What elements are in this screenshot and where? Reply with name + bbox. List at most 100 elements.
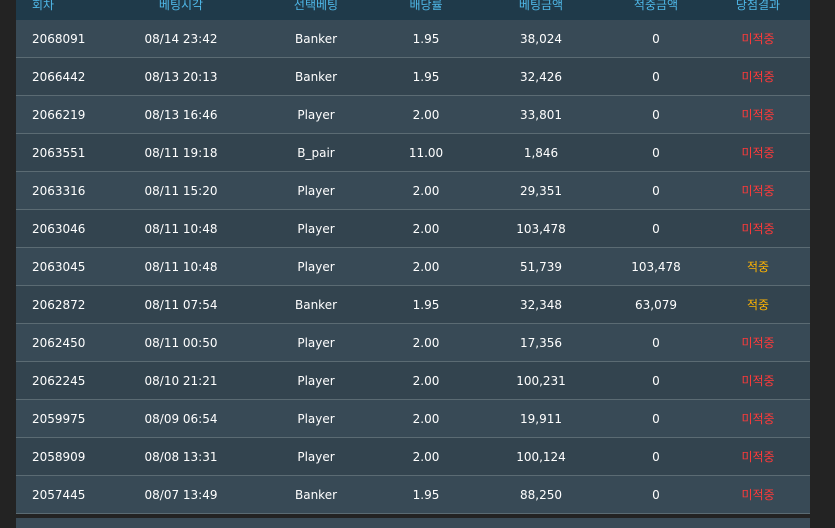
time-cell: 08/07 13:49 (144, 487, 218, 502)
selection-cell: Banker (294, 31, 338, 46)
table-row[interactable]: 2059975 08/09 06:54 Player 2.00 19,911 0 미적중 (16, 400, 810, 438)
table-header: 회차 베팅시각 선택베팅 배당률 베팅금액 적중금액 당첨결과 (16, 0, 810, 20)
col-bet-time: 베팅시각 (158, 0, 204, 12)
odds-cell: 2.00 (412, 221, 440, 236)
time-cell: 08/11 07:54 (144, 297, 218, 312)
odds-cell: 1.95 (412, 487, 440, 502)
round-cell: 2068091 (32, 31, 86, 46)
bet-amount-cell: 32,426 (520, 69, 562, 84)
bet-amount-cell: 33,801 (520, 107, 562, 122)
selection-cell: Player (297, 449, 335, 464)
round-cell: 2063316 (32, 183, 86, 198)
next-row-partial (16, 518, 810, 528)
table-row[interactable]: 2063045 08/11 10:48 Player 2.00 51,739 103,47… (16, 248, 810, 286)
round-cell: 2062245 (32, 373, 86, 388)
win-amount-cell: 0 (652, 449, 660, 464)
bet-amount-cell: 32,348 (520, 297, 562, 312)
bet-amount-cell: 17,356 (520, 335, 562, 350)
odds-cell: 1.95 (412, 69, 440, 84)
table-body: 2068091 08/14 23:42 Banker 1.95 38,024 0 미적중 20… (16, 20, 810, 514)
time-cell: 08/13 20:13 (144, 69, 218, 84)
result-cell: 미적중 (741, 32, 775, 46)
round-cell: 2062872 (32, 297, 86, 312)
round-cell: 2063046 (32, 221, 86, 236)
time-cell: 08/10 21:21 (144, 373, 218, 388)
col-bet-amount: 베팅금액 (518, 0, 564, 12)
round-cell: 2063045 (32, 259, 86, 274)
win-amount-cell: 0 (652, 373, 660, 388)
bet-amount-cell: 1,846 (523, 145, 559, 160)
selection-cell: Player (297, 107, 335, 122)
odds-cell: 2.00 (412, 107, 440, 122)
win-amount-cell: 0 (652, 31, 660, 46)
odds-cell: 11.00 (408, 145, 444, 160)
win-amount-cell: 0 (652, 145, 660, 160)
table-row[interactable]: 2066219 08/13 16:46 Player 2.00 33,801 0 미적중 (16, 96, 810, 134)
result-cell: 미적중 (741, 412, 775, 426)
selection-cell: Banker (294, 69, 338, 84)
selection-cell: Banker (294, 487, 338, 502)
time-cell: 08/11 19:18 (144, 145, 218, 160)
selection-cell: Banker (294, 297, 338, 312)
win-amount-cell: 0 (652, 411, 660, 426)
bet-amount-cell: 38,024 (520, 31, 562, 46)
time-cell: 08/11 10:48 (144, 259, 218, 274)
round-cell: 2066219 (32, 107, 86, 122)
odds-cell: 1.95 (412, 297, 440, 312)
time-cell: 08/09 06:54 (144, 411, 218, 426)
col-win-amount: 적중금액 (633, 0, 679, 12)
time-cell: 08/11 00:50 (144, 335, 218, 350)
table-row[interactable]: 2063316 08/11 15:20 Player 2.00 29,351 0 미적중 (16, 172, 810, 210)
table-row[interactable]: 2062872 08/11 07:54 Banker 1.95 32,348 63,079… (16, 286, 810, 324)
odds-cell: 2.00 (412, 373, 440, 388)
time-cell: 08/11 10:48 (144, 221, 218, 236)
col-result: 당첨결과 (735, 0, 781, 12)
bet-amount-cell: 29,351 (520, 183, 562, 198)
result-cell: 미적중 (741, 222, 775, 236)
table-row[interactable]: 2063551 08/11 19:18 B_pair 11.00 1,846 0 미적중 (16, 134, 810, 172)
selection-cell: Player (297, 335, 335, 350)
selection-cell: Player (297, 221, 335, 236)
odds-cell: 2.00 (412, 449, 440, 464)
odds-cell: 2.00 (412, 411, 440, 426)
round-cell: 2063551 (32, 145, 86, 160)
result-cell: 미적중 (741, 184, 775, 198)
selection-cell: Player (297, 411, 335, 426)
table-row[interactable]: 2066442 08/13 20:13 Banker 1.95 32,426 0 미적중 (16, 58, 810, 96)
selection-cell: B_pair (297, 145, 335, 160)
selection-cell: Player (297, 373, 335, 388)
table-row[interactable]: 2063046 08/11 10:48 Player 2.00 103,478 0 미적중 (16, 210, 810, 248)
table-row[interactable]: 2062245 08/10 21:21 Player 2.00 100,231 0 미적중 (16, 362, 810, 400)
win-amount-cell: 103,478 (631, 259, 681, 274)
result-cell: 적중 (746, 260, 770, 274)
table-row[interactable]: 2058909 08/08 13:31 Player 2.00 100,124 0 미적중 (16, 438, 810, 476)
table-row[interactable]: 2062450 08/11 00:50 Player 2.00 17,356 0 미적중 (16, 324, 810, 362)
time-cell: 08/13 16:46 (144, 107, 218, 122)
odds-cell: 2.00 (412, 183, 440, 198)
win-amount-cell: 0 (652, 487, 660, 502)
result-cell: 미적중 (741, 146, 775, 160)
round-cell: 2066442 (32, 69, 86, 84)
table-row[interactable]: 2057445 08/07 13:49 Banker 1.95 88,250 0 미적중 (16, 476, 810, 514)
bet-amount-cell: 88,250 (520, 487, 562, 502)
selection-cell: Player (297, 259, 335, 274)
time-cell: 08/14 23:42 (144, 31, 218, 46)
odds-cell: 1.95 (412, 31, 440, 46)
result-cell: 미적중 (741, 450, 775, 464)
result-cell: 미적중 (741, 108, 775, 122)
time-cell: 08/11 15:20 (144, 183, 218, 198)
selection-cell: Player (297, 183, 335, 198)
win-amount-cell: 0 (652, 335, 660, 350)
win-amount-cell: 0 (652, 221, 660, 236)
win-amount-cell: 63,079 (635, 297, 677, 312)
bet-amount-cell: 19,911 (520, 411, 562, 426)
result-cell: 미적중 (741, 70, 775, 84)
table-row[interactable]: 2068091 08/14 23:42 Banker 1.95 38,024 0 미적중 (16, 20, 810, 58)
round-cell: 2059975 (32, 411, 86, 426)
result-cell: 미적중 (741, 374, 775, 388)
result-cell: 미적중 (741, 488, 775, 502)
bet-amount-cell: 103,478 (516, 221, 566, 236)
bet-amount-cell: 100,124 (516, 449, 566, 464)
odds-cell: 2.00 (412, 259, 440, 274)
col-selection: 선택베팅 (293, 0, 339, 12)
